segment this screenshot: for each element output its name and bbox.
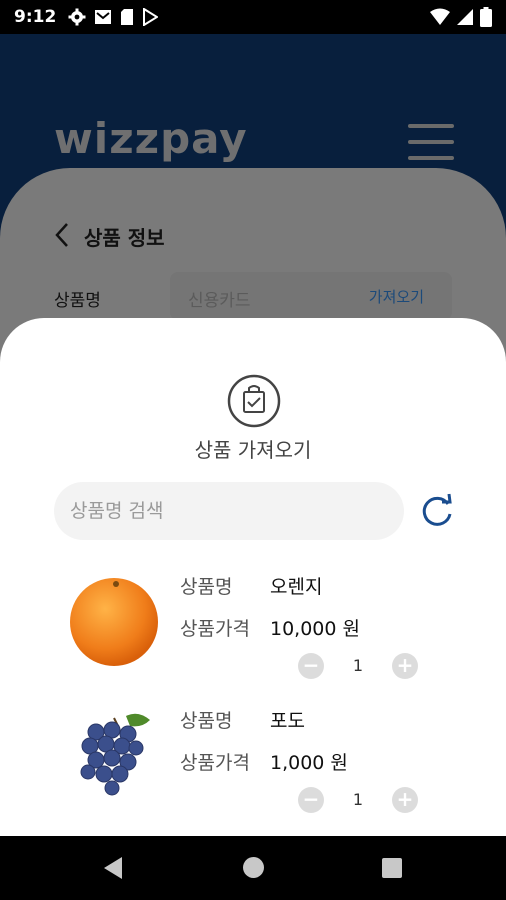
grapes-image: [80, 713, 150, 796]
quantity-value: 1: [352, 656, 364, 675]
quantity-stepper: − 1 +: [298, 787, 420, 815]
signal-icon: [457, 9, 473, 25]
product-name: 포도: [270, 710, 305, 732]
decrease-button[interactable]: −: [298, 787, 324, 813]
page-title: 상품 정보: [84, 226, 165, 250]
menu-line: [408, 124, 454, 128]
product-price: 1,000 원: [270, 752, 348, 774]
nav-back-icon[interactable]: [102, 856, 124, 880]
product-search-box: [54, 482, 404, 540]
increase-button[interactable]: +: [392, 787, 418, 813]
nav-recents-icon[interactable]: [382, 858, 402, 878]
product-price: 10,000 원: [270, 618, 361, 640]
status-bar: 9:12: [0, 0, 506, 34]
product-name: 오렌지: [270, 576, 323, 598]
battery-icon: [480, 7, 492, 27]
sheet-title: 상품 가져오기: [194, 438, 312, 462]
gmail-icon: [95, 10, 112, 24]
status-time: 9:12: [14, 7, 57, 27]
orange-image: [70, 578, 158, 666]
menu-line: [408, 156, 454, 160]
wifi-icon: [430, 8, 450, 25]
product-search-input[interactable]: [54, 482, 404, 540]
product-name-placeholder: 신용카드: [188, 291, 251, 311]
back-arrow-icon[interactable]: [54, 222, 70, 248]
import-product-sheet: 상품 가져오기 상품명 오렌지 상품가격 10,000 원 − 1 +: [0, 318, 506, 836]
product-name-field[interactable]: 신용카드 가져오기: [170, 272, 452, 320]
quantity-stepper: − 1 +: [298, 653, 420, 681]
settings-icon: [68, 8, 86, 26]
product-name-label: 상품명: [180, 710, 233, 732]
menu-button[interactable]: [408, 124, 454, 160]
system-nav-bar: [0, 836, 506, 900]
import-link[interactable]: 가져오기: [369, 286, 424, 307]
menu-line: [408, 140, 454, 144]
list-item[interactable]: 상품명 오렌지 상품가격 10,000 원 − 1 +: [0, 572, 506, 702]
list-item[interactable]: 상품명 포도 상품가격 1,000 원 − 1 +: [0, 706, 506, 836]
shopping-bag-check-icon: [227, 374, 281, 428]
product-price-label: 상품가격: [180, 618, 250, 640]
product-name-label: 상품명: [180, 576, 233, 598]
sim-card-icon: [121, 9, 134, 25]
decrease-button[interactable]: −: [298, 653, 324, 679]
increase-button[interactable]: +: [392, 653, 418, 679]
nav-home-icon[interactable]: [243, 857, 264, 878]
product-price-label: 상품가격: [180, 752, 250, 774]
quantity-value: 1: [352, 790, 364, 809]
play-store-icon: [143, 8, 159, 26]
refresh-icon[interactable]: [418, 492, 456, 530]
wizzpay-logo: WIZZPAY: [54, 114, 248, 163]
product-name-label: 상품명: [54, 291, 101, 311]
